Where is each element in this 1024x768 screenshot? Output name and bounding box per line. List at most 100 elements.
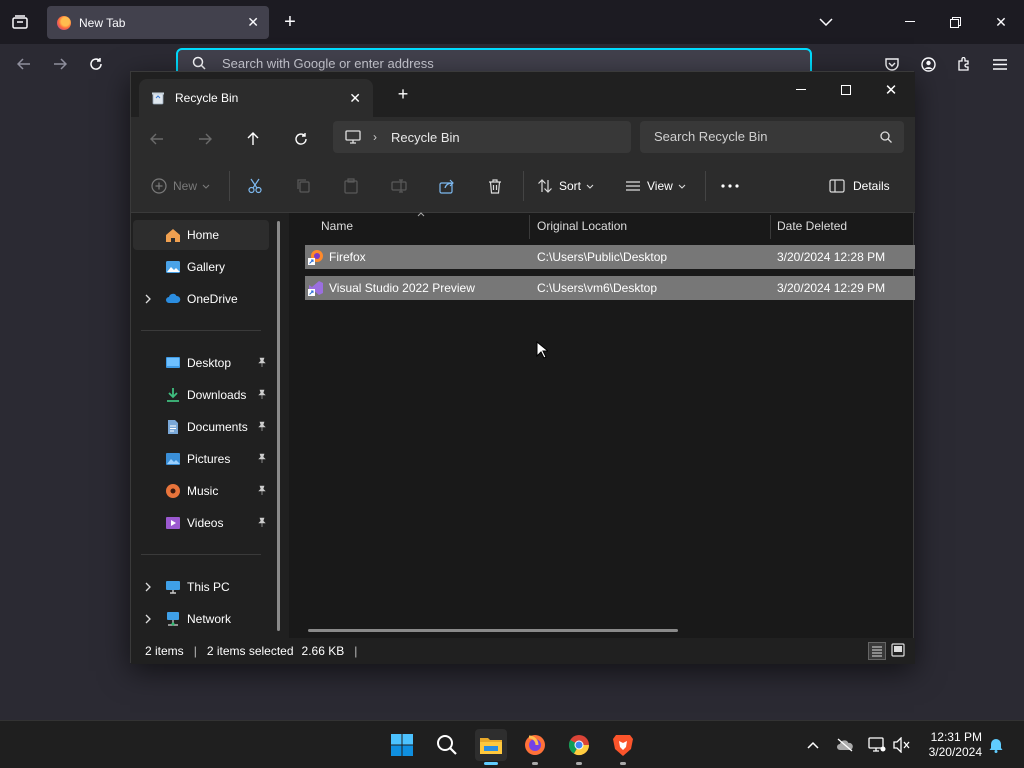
rename-button[interactable] [391,174,407,198]
nav-item-network[interactable]: Network [133,604,269,634]
taskbar-file-explorer[interactable] [475,729,507,765]
back-arrow-icon[interactable] [146,128,168,150]
column-divider[interactable] [770,215,771,239]
firefox-icon [57,15,71,30]
firefox-icon [525,735,545,755]
mouse-cursor-icon [536,341,548,359]
nav-item-home[interactable]: Home [133,220,269,250]
pin-icon[interactable] [257,421,267,431]
nav-item-pictures[interactable]: Pictures [133,444,269,474]
nav-item-documents[interactable]: Documents [133,412,269,442]
taskbar-search-button[interactable] [431,729,463,761]
active-indicator [484,762,498,765]
column-header-name[interactable]: Name [321,213,527,243]
cut-button[interactable] [247,174,263,198]
column-divider[interactable] [529,215,530,239]
file-row[interactable]: Firefox C:\Users\Public\Desktop 3/20/202… [305,245,915,269]
details-pane-button[interactable]: Details [829,174,890,198]
tray-overflow-chevron-up-icon[interactable] [803,735,823,755]
close-tab-icon[interactable]: ✕ [247,14,259,31]
forward-arrow-icon[interactable] [50,54,70,74]
copy-button[interactable] [295,174,311,198]
taskbar-firefox[interactable] [519,729,551,765]
start-button[interactable] [386,729,418,761]
running-indicator [620,762,626,765]
minimize-icon[interactable] [900,12,920,32]
details-view-button[interactable] [868,642,886,660]
column-header-date-deleted[interactable]: Date Deleted [777,213,907,243]
firefox-tab-new-tab[interactable]: New Tab ✕ [47,6,269,39]
account-icon[interactable] [918,54,938,74]
pin-icon[interactable] [257,485,267,495]
file-location: C:\Users\vm6\Desktop [537,281,658,295]
delete-button[interactable] [487,174,503,198]
nav-item-desktop[interactable]: Desktop [133,348,269,378]
extensions-icon[interactable] [954,54,974,74]
close-tab-icon[interactable]: ✕ [349,90,361,107]
nav-label-downloads: Downloads [187,388,247,402]
nav-scrollbar[interactable] [277,221,280,631]
breadcrumb-current[interactable]: Recycle Bin [391,130,460,145]
paste-button[interactable] [343,174,359,198]
nav-item-this-pc[interactable]: This PC [133,572,269,602]
chevron-right-icon[interactable] [143,581,153,593]
back-arrow-icon[interactable] [14,54,34,74]
nav-item-videos[interactable]: Videos [133,508,269,538]
pin-icon[interactable] [257,453,267,463]
taskbar-chrome[interactable] [563,729,595,765]
new-tab-plus-icon[interactable]: + [280,11,300,33]
menu-hamburger-icon[interactable] [990,54,1010,74]
chevron-right-icon[interactable] [143,613,153,625]
download-icon [167,388,179,402]
notification-bell-icon[interactable] [986,735,1006,755]
maximize-icon[interactable] [826,76,866,104]
tiles-view-button[interactable] [890,642,908,660]
restore-icon[interactable] [945,12,965,32]
column-header-original-location[interactable]: Original Location [537,213,767,243]
new-button-label: New [173,179,198,193]
network-display-icon[interactable] [867,735,887,755]
taskbar-clock[interactable]: 12:31 PM 3/20/2024 [912,730,982,760]
nav-item-music[interactable]: Music [133,476,269,506]
more-options-button[interactable] [721,174,739,198]
onedrive-offline-icon[interactable] [835,735,855,755]
close-window-icon[interactable]: ✕ [871,76,911,104]
pin-icon[interactable] [257,517,267,527]
taskbar-brave[interactable] [607,729,639,765]
status-bar: 2 items | 2 items selected 2.66 KB | [131,638,915,664]
nav-label-documents: Documents [187,420,248,434]
desktop-icon [166,357,180,368]
volume-muted-icon[interactable] [892,735,912,755]
nav-divider [141,554,261,555]
chevron-right-icon[interactable] [143,293,153,305]
pin-icon[interactable] [257,389,267,399]
list-tabs-chevron-icon[interactable] [816,12,836,32]
firefox-view-icon[interactable] [10,12,30,32]
explorer-address-row: › Recycle Bin Search Recycle Bin [131,117,915,159]
search-icon [437,735,457,755]
explorer-tab-recycle-bin[interactable]: Recycle Bin ✕ [139,79,373,117]
nav-item-onedrive[interactable]: OneDrive [133,284,269,314]
search-input[interactable]: Search Recycle Bin [640,121,904,153]
share-button[interactable] [439,174,455,198]
firefox-tabbar: New Tab ✕ + ✕ [0,0,1024,44]
reload-icon[interactable] [86,54,106,74]
nav-item-downloads[interactable]: Downloads [133,380,269,410]
close-window-icon[interactable]: ✕ [991,12,1011,32]
new-button[interactable]: New [151,174,210,198]
status-selected: 2 items selected [206,644,294,658]
view-button[interactable]: View [625,174,686,198]
horizontal-scrollbar[interactable] [308,629,678,632]
minimize-icon[interactable] [781,76,821,104]
pin-icon[interactable] [257,357,267,367]
forward-arrow-icon[interactable] [194,128,216,150]
sort-button[interactable]: Sort [537,174,594,198]
new-tab-plus-icon[interactable]: + [393,84,413,104]
file-row[interactable]: Visual Studio 2022 Preview C:\Users\vm6\… [305,276,915,300]
monitor-icon [345,130,361,144]
up-arrow-icon[interactable] [242,128,264,150]
nav-item-gallery[interactable]: Gallery [133,252,269,282]
refresh-icon[interactable] [290,128,312,150]
running-indicator [576,762,582,765]
breadcrumb[interactable]: › Recycle Bin [333,121,631,153]
